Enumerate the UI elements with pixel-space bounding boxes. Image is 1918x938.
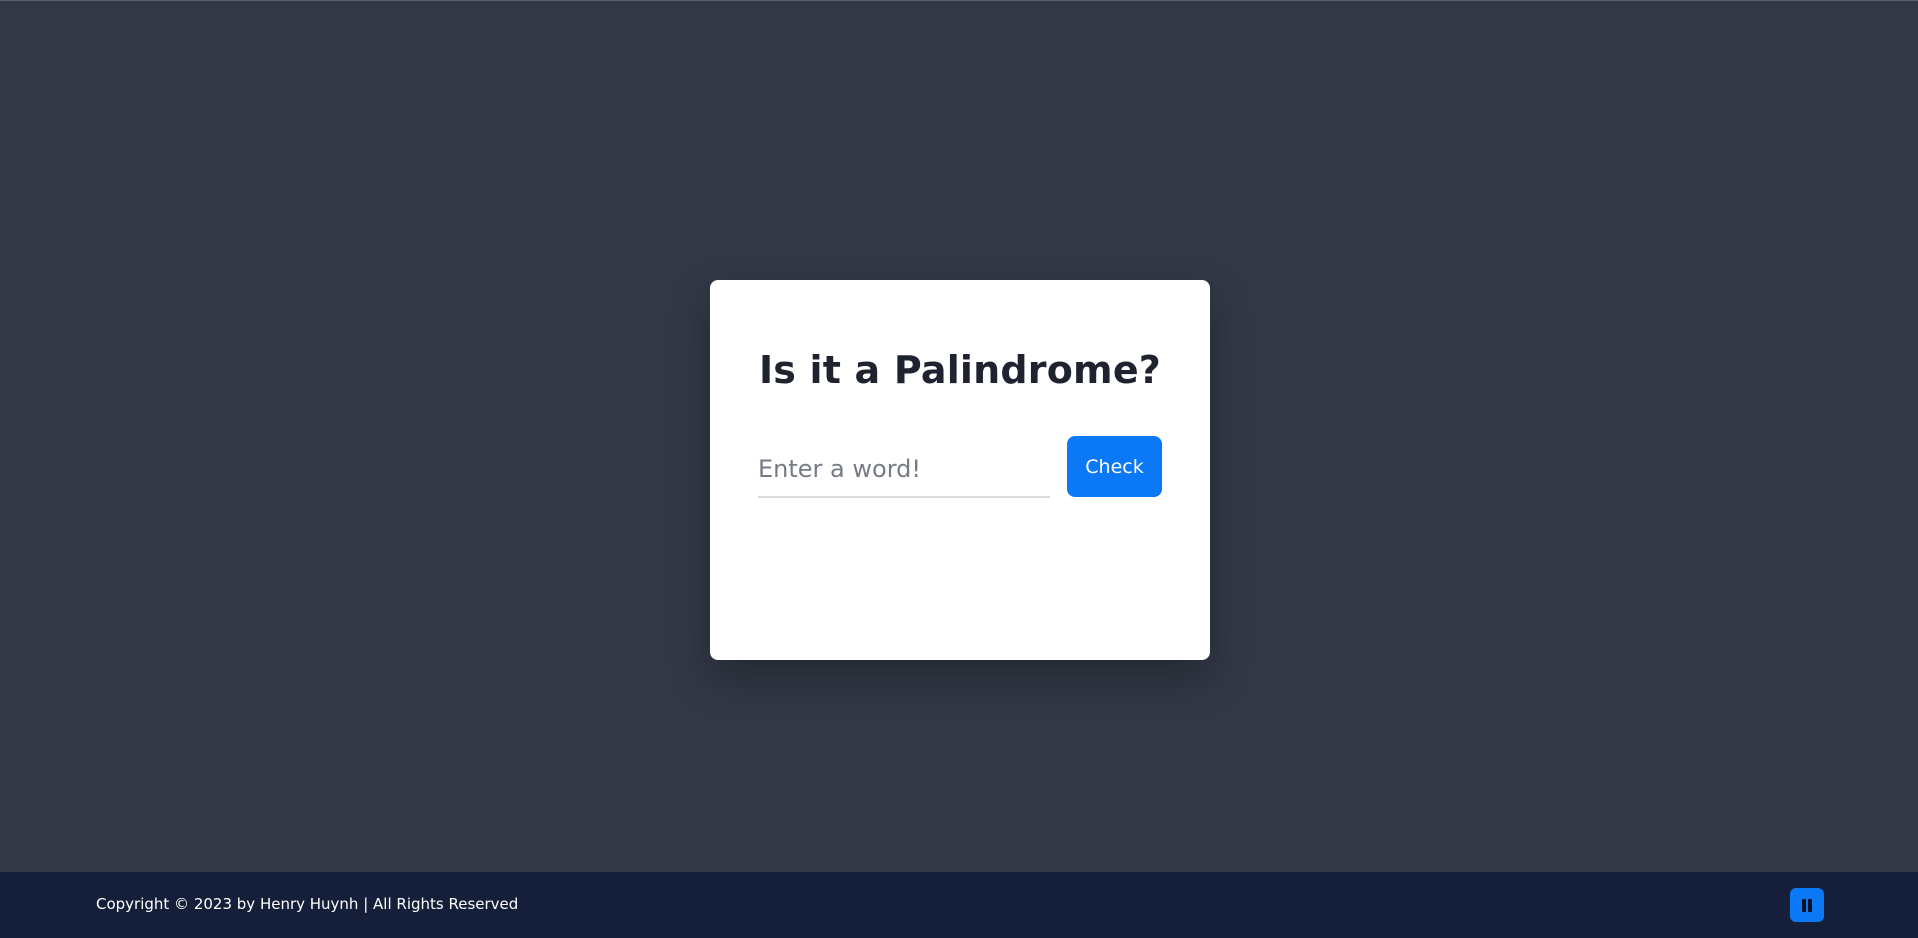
word-input[interactable]	[758, 442, 1050, 498]
pause-button[interactable]	[1790, 888, 1824, 922]
pause-bar-right	[1808, 899, 1812, 912]
footer: Copyright © 2023 by Henry Huynh | All Ri…	[0, 872, 1918, 938]
check-button[interactable]: Check	[1067, 436, 1162, 497]
page-title: Is it a Palindrome?	[758, 348, 1162, 392]
pause-bar-left	[1802, 899, 1806, 912]
copyright-text: Copyright © 2023 by Henry Huynh | All Ri…	[96, 895, 519, 913]
top-border	[0, 0, 1918, 1]
palindrome-card: Is it a Palindrome? Check	[710, 280, 1210, 660]
pause-icon	[1801, 899, 1813, 912]
